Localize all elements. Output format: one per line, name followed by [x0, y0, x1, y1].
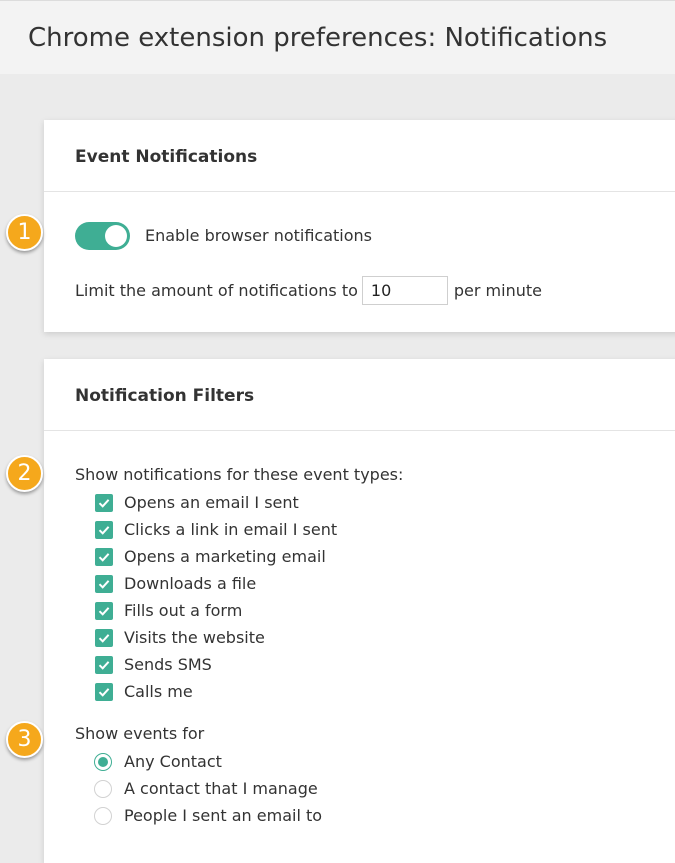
- event-type-label: Sends SMS: [124, 655, 212, 674]
- card-header: Notification Filters: [44, 359, 675, 431]
- limit-notifications-input[interactable]: [361, 276, 448, 305]
- radio-option-emailed-people[interactable]: People I sent an email to: [94, 802, 322, 829]
- checkbox-checked-icon[interactable]: [95, 655, 113, 674]
- event-type-checkbox-item[interactable]: Opens an email I sent: [95, 489, 337, 516]
- event-notifications-card: Event Notifications Enable browser notif…: [44, 120, 675, 332]
- radio-option-label: A contact that I manage: [124, 779, 318, 798]
- radio-option-label: Any Contact: [124, 752, 222, 771]
- event-type-checkbox-item[interactable]: Opens a marketing email: [95, 543, 337, 570]
- radio-option-any-contact[interactable]: Any Contact: [94, 748, 322, 775]
- event-type-checkbox-item[interactable]: Calls me: [95, 678, 337, 705]
- event-type-checkbox-item[interactable]: Sends SMS: [95, 651, 337, 678]
- radio-selected-icon[interactable]: [94, 752, 112, 771]
- event-type-checkbox-item[interactable]: Fills out a form: [95, 597, 337, 624]
- enable-notifications-label: Enable browser notifications: [145, 226, 372, 245]
- page-title: Chrome extension preferences: Notificati…: [28, 23, 608, 53]
- radio-option-managed-contact[interactable]: A contact that I manage: [94, 775, 322, 802]
- checkbox-checked-icon[interactable]: [95, 682, 113, 701]
- card-header: Event Notifications: [44, 120, 675, 192]
- event-notifications-title: Event Notifications: [75, 147, 258, 167]
- checkbox-checked-icon[interactable]: [95, 574, 113, 593]
- limit-suffix-label: per minute: [453, 281, 542, 300]
- event-type-label: Visits the website: [124, 628, 265, 647]
- event-type-checkbox-item[interactable]: Visits the website: [95, 624, 337, 651]
- limit-prefix-label: Limit the amount of notifications to: [75, 281, 358, 300]
- checkbox-checked-icon[interactable]: [95, 520, 113, 539]
- callout-badge-2: 2: [6, 455, 43, 492]
- checkbox-checked-icon[interactable]: [95, 547, 113, 566]
- event-types-list: Opens an email I sent Clicks a link in e…: [95, 489, 337, 705]
- radio-unselected-icon[interactable]: [94, 779, 112, 798]
- event-types-label: Show notifications for these event types…: [75, 465, 404, 484]
- callout-badge-1: 1: [6, 214, 43, 251]
- limit-row: Limit the amount of notifications to per…: [75, 276, 542, 305]
- event-type-label: Opens a marketing email: [124, 547, 326, 566]
- radio-unselected-icon[interactable]: [94, 806, 112, 825]
- radio-option-label: People I sent an email to: [124, 806, 323, 825]
- event-type-label: Opens an email I sent: [124, 493, 299, 512]
- notification-filters-title: Notification Filters: [75, 386, 255, 406]
- event-type-label: Downloads a file: [124, 574, 257, 593]
- event-type-label: Calls me: [124, 682, 193, 701]
- checkbox-checked-icon[interactable]: [95, 628, 113, 647]
- event-type-label: Fills out a form: [124, 601, 243, 620]
- page-header: Chrome extension preferences: Notificati…: [0, 0, 675, 74]
- callout-badge-3: 3: [6, 721, 43, 758]
- toggle-knob: [105, 225, 127, 247]
- enable-notifications-toggle[interactable]: [75, 222, 130, 250]
- show-events-label: Show events for: [75, 724, 205, 743]
- event-type-checkbox-item[interactable]: Clicks a link in email I sent: [95, 516, 337, 543]
- event-type-checkbox-item[interactable]: Downloads a file: [95, 570, 337, 597]
- notification-filters-card: Notification Filters Show notifications …: [44, 359, 675, 863]
- checkbox-checked-icon[interactable]: [95, 493, 113, 512]
- event-type-label: Clicks a link in email I sent: [124, 520, 338, 539]
- checkbox-checked-icon[interactable]: [95, 601, 113, 620]
- show-events-radio-group: Any Contact A contact that I manage Peop…: [94, 748, 322, 829]
